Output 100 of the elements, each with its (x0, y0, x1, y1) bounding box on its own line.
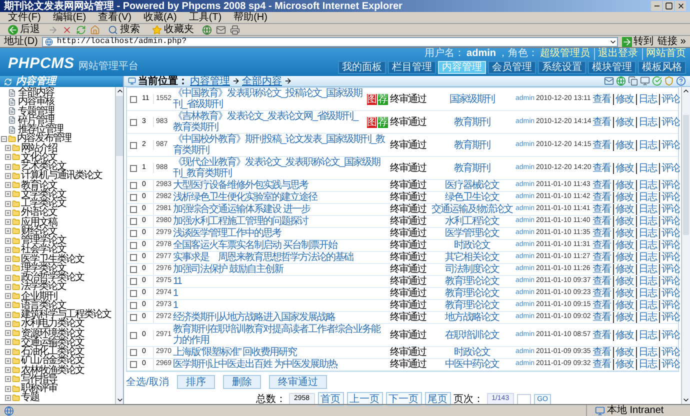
row-checkbox[interactable] (130, 118, 137, 126)
article-title-link[interactable]: 1 (173, 288, 178, 299)
action-link[interactable]: 日志 (636, 192, 658, 203)
sidebar-item[interactable]: 文学类论文 (21, 188, 66, 200)
action-link[interactable]: 日志 (636, 312, 658, 323)
action-link[interactable]: 日志 (636, 116, 658, 128)
pager-button[interactable]: 首页 (318, 392, 344, 406)
expand-icon[interactable] (5, 172, 11, 179)
action-link[interactable]: 修改 (612, 140, 636, 150)
expand-icon[interactable] (5, 293, 11, 300)
mail-icon[interactable] (604, 76, 614, 86)
scroll-down-icon[interactable] (682, 396, 690, 404)
expand-icon[interactable] (5, 219, 11, 226)
pager-button[interactable]: 上一页 (346, 392, 383, 406)
action-link[interactable]: 日志 (636, 140, 658, 150)
article-title-link[interactable]: 经济类期刊从地方战略进入国家发展战略 (173, 312, 335, 323)
action-link[interactable]: 查看 (590, 116, 612, 128)
action-link[interactable]: 修改 (612, 312, 636, 323)
article-title-link[interactable]: 11 (173, 276, 182, 287)
article-title-link[interactable]: 加强水利工程施工管理的问题探讨 (173, 216, 308, 227)
expand-icon[interactable] (5, 312, 11, 318)
row-checkbox[interactable] (130, 96, 137, 102)
action-link[interactable]: 查看 (590, 288, 612, 299)
menu-item[interactable]: 工具(T) (188, 12, 222, 23)
bulk-action-button[interactable]: 排序 (176, 375, 215, 389)
article-title-link[interactable]: 加强综合交通运输体系建设 进一步 (173, 204, 310, 215)
refresh-icon[interactable] (76, 24, 86, 34)
action-link[interactable]: 修改 (612, 192, 636, 203)
expand-icon[interactable] (5, 145, 11, 152)
pager-button[interactable]: 下一页 (386, 392, 422, 406)
action-link[interactable]: 查看 (590, 216, 612, 227)
action-link[interactable]: 日志 (636, 216, 658, 227)
article-title-link[interactable]: 《中国校外教育》期刊投稿_论文发表_国家级期刊_教育类期刊 (173, 134, 388, 156)
action-link[interactable]: 查看 (590, 180, 612, 191)
expand-icon[interactable] (5, 302, 11, 308)
row-checkbox[interactable] (130, 266, 137, 273)
action-link[interactable]: 查看 (590, 204, 612, 215)
category-link[interactable]: 地方战略论文 (430, 312, 514, 323)
expand-icon[interactable] (5, 238, 11, 244)
action-link[interactable]: 修改 (612, 330, 636, 340)
collapse-icon[interactable] (1, 136, 7, 142)
action-link[interactable]: 日志 (636, 276, 658, 287)
article-title-link[interactable]: 大型医疗设备维修外包实践与思考 (173, 180, 308, 191)
expand-icon[interactable] (5, 284, 11, 290)
category-link[interactable]: 水利工程论文 (430, 216, 514, 227)
category-link[interactable]: 教育理论论文 (430, 276, 514, 287)
go-button[interactable]: 转到 (622, 36, 654, 47)
toolbar-button[interactable]: 后退 (4, 24, 44, 35)
category-link[interactable]: 时政论文 (430, 347, 514, 358)
scrollbar[interactable] (681, 87, 690, 404)
row-checkbox[interactable] (130, 182, 137, 189)
action-link[interactable]: 日志 (636, 180, 658, 191)
copy-icon[interactable] (628, 76, 638, 86)
check-icon[interactable] (652, 76, 662, 86)
category-link[interactable]: 司法制度论文 (430, 264, 514, 275)
breadcrumb-link[interactable]: 全部内容 (242, 76, 282, 86)
action-link[interactable]: 修改 (612, 228, 636, 239)
expand-icon[interactable] (5, 348, 11, 355)
action-link[interactable]: 修改 (612, 347, 636, 358)
action-link[interactable]: 修改 (612, 276, 636, 287)
row-checkbox[interactable] (130, 242, 137, 249)
minimize-button[interactable] (651, 1, 662, 11)
expand-icon[interactable] (5, 394, 11, 401)
category-link[interactable]: 教育期刊 (430, 116, 514, 128)
expand-icon[interactable] (5, 339, 11, 346)
row-checkbox[interactable] (130, 302, 137, 309)
action-link[interactable]: 修改 (612, 180, 636, 191)
category-link[interactable]: 在职培训论文 (430, 330, 514, 340)
nav-tab[interactable]: 系统设置 (538, 61, 586, 74)
expand-icon[interactable] (5, 210, 11, 216)
nav-tab[interactable]: 我的面板 (338, 61, 386, 74)
article-title-link[interactable]: 《中国教育》发表职称论文_投稿论文_国家级期刊_省级期刊 (173, 88, 366, 110)
action-link[interactable]: 查看 (590, 252, 612, 263)
category-link[interactable]: 时政论文 (430, 240, 514, 251)
action-link[interactable]: 修改 (612, 264, 636, 275)
menu-item[interactable]: 收藏(A) (143, 12, 177, 23)
action-link[interactable]: 日志 (636, 240, 658, 251)
action-link[interactable]: 查看 (590, 276, 612, 287)
stop-icon[interactable] (62, 24, 72, 34)
breadcrumb-link[interactable]: 内容管理 (190, 76, 230, 86)
action-link[interactable]: 修改 (612, 252, 636, 263)
page-input[interactable] (517, 394, 532, 404)
category-link[interactable]: 其它相关论文 (430, 252, 514, 263)
sidebar-item[interactable]: 写作指导 (21, 374, 57, 385)
expand-icon[interactable] (5, 330, 11, 336)
action-link[interactable]: 查看 (590, 300, 612, 311)
printer-icon[interactable] (230, 24, 240, 34)
expand-icon[interactable] (5, 367, 11, 374)
row-checkbox[interactable] (130, 349, 137, 356)
sidebar-item[interactable]: 网站介绍 (21, 142, 57, 154)
scroll-up-icon[interactable] (682, 87, 690, 95)
expand-icon[interactable] (5, 246, 11, 253)
nav-tab[interactable]: 会员管理 (488, 61, 536, 74)
menu-item[interactable]: 文件(F) (8, 12, 41, 23)
expand-icon[interactable] (5, 320, 11, 327)
action-link[interactable]: 查看 (590, 240, 612, 251)
row-checkbox[interactable] (130, 194, 137, 201)
maximize-button[interactable] (663, 1, 674, 11)
action-link[interactable]: 查看 (590, 347, 612, 358)
menu-item[interactable]: 查看(V) (98, 12, 132, 23)
